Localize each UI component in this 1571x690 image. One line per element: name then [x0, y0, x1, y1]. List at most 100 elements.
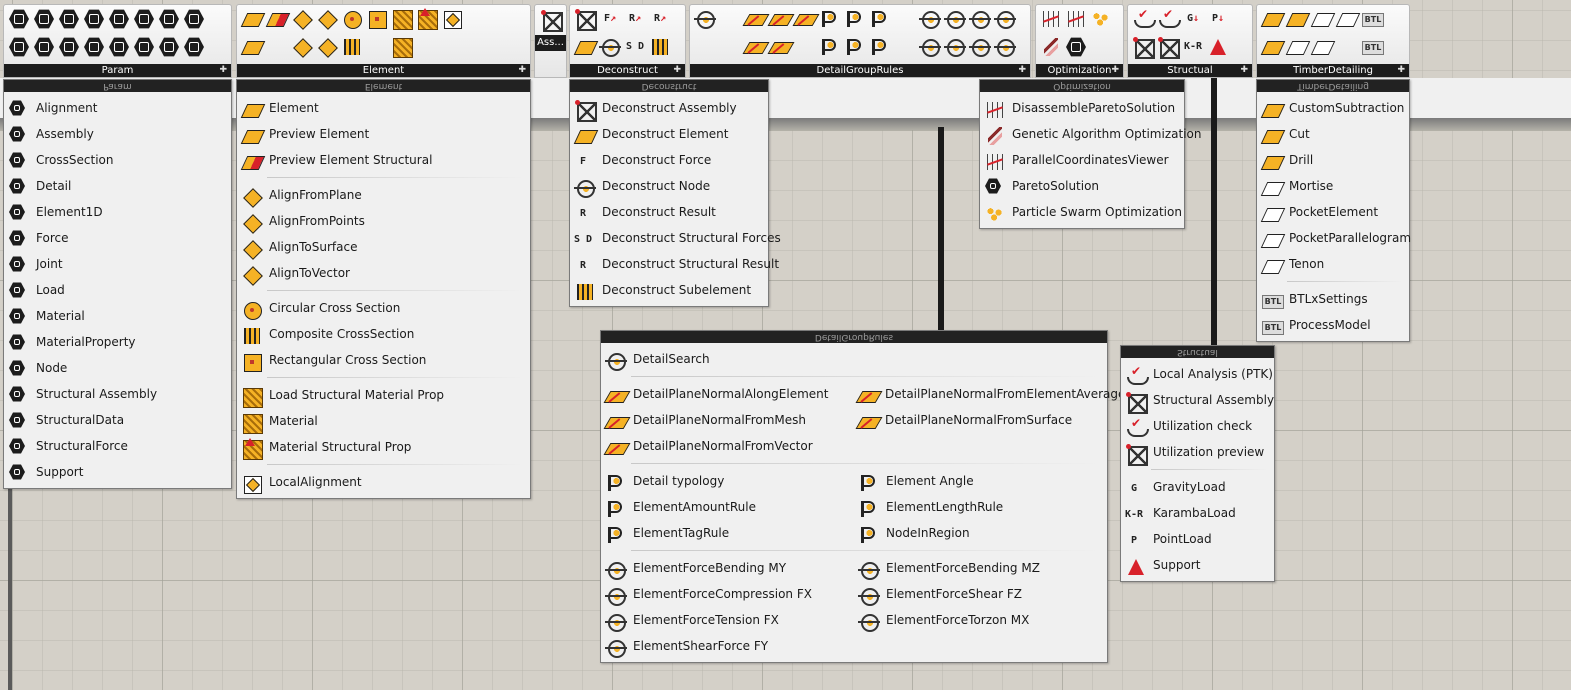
element-force-bending-my-icon[interactable] — [919, 8, 941, 30]
ribbon-group-footer-deconstruct[interactable]: Deconstruct ✚ — [570, 64, 685, 77]
detail-plane-along-element-icon[interactable] — [744, 8, 766, 30]
assembly-group-label[interactable]: Ass... — [535, 35, 566, 51]
detail-plane-from-mesh-icon[interactable] — [769, 8, 791, 30]
menu-item-plane-from-vector[interactable]: DetailPlaneNormalFromVector — [601, 433, 853, 459]
menu-item-node[interactable]: Node — [4, 355, 231, 381]
ribbon-group-footer-optimization[interactable]: Optimization ✚ — [1036, 64, 1123, 77]
menu-item-utilization-preview[interactable]: Utilization preview — [1121, 439, 1274, 466]
deconstruct-structural-forces-icon[interactable]: S D — [624, 36, 646, 58]
menu-item-material[interactable]: Material — [237, 408, 530, 434]
menu-item-composite-cross-section[interactable]: Composite CrossSection — [237, 321, 530, 347]
material-structural-prop-icon[interactable] — [416, 8, 438, 30]
menu-item-load-structural-material-prop[interactable]: Load Structural Material Prop — [237, 382, 530, 408]
menu-item-element1d[interactable]: Element1D — [4, 199, 231, 225]
menu-item-tenon[interactable]: Tenon — [1257, 251, 1409, 277]
menu-item-gravity-load[interactable]: G GravityLoad — [1121, 474, 1274, 500]
menu-item-mortise[interactable]: Mortise — [1257, 173, 1409, 199]
menu-item-plane-from-mesh[interactable]: DetailPlaneNormalFromMesh — [601, 407, 853, 433]
karamba-load-icon[interactable]: K-R — [1182, 36, 1204, 58]
expand-icon[interactable]: ✚ — [219, 64, 227, 77]
utilization-preview-icon[interactable] — [1157, 36, 1180, 59]
menu-item-support[interactable]: Support — [4, 459, 231, 485]
joint-icon[interactable] — [58, 36, 80, 58]
menu-item-element[interactable]: Element — [237, 95, 530, 121]
menu-item-force-compression[interactable]: ElementForceCompression FX — [601, 581, 854, 607]
menu-item-element-angle[interactable]: Element Angle — [854, 468, 1107, 494]
structural-force-icon[interactable] — [158, 36, 180, 58]
menu-item-element-tag-rule[interactable]: ElementTagRule — [601, 520, 854, 546]
force-icon[interactable] — [83, 8, 105, 30]
align-from-plane-icon[interactable] — [291, 8, 313, 30]
cross-section-icon[interactable] — [8, 36, 30, 58]
structural-assembly-icon[interactable] — [1132, 36, 1155, 59]
menu-item-alignment[interactable]: Alignment — [4, 95, 231, 121]
menu-item-plane-along-element[interactable]: DetailPlaneNormalAlongElement — [601, 381, 853, 407]
menu-item-genetic-algorithm[interactable]: Genetic Algorithm Optimization — [980, 121, 1201, 147]
menu-item-pocket-element[interactable]: PocketElement — [1257, 199, 1409, 225]
menu-item-circular-cross-section[interactable]: Circular Cross Section — [237, 295, 530, 321]
align-to-vector-icon[interactable] — [316, 36, 338, 58]
particle-swarm-icon[interactable] — [1090, 8, 1112, 30]
menu-item-deconstruct-subelement[interactable]: Deconstruct Subelement — [570, 277, 768, 303]
menu-item-force-tension[interactable]: ElementForceTension FX — [601, 607, 854, 633]
process-model-icon[interactable] — [1361, 36, 1384, 58]
menu-item-assembly[interactable]: Assembly — [4, 121, 231, 147]
ribbon-group-footer-detailgrouprules[interactable]: DetailGroupRules ✚ — [690, 64, 1030, 77]
menu-item-support[interactable]: Support — [1121, 552, 1274, 578]
menu-item-pocket-parallelogram[interactable]: PocketParallelogram — [1257, 225, 1411, 251]
menu-item-crosssection[interactable]: CrossSection — [4, 147, 231, 173]
menu-item-element-length-rule[interactable]: ElementLengthRule — [854, 494, 1107, 520]
pareto-solution-icon[interactable] — [1065, 36, 1087, 58]
menu-item-pareto-solution[interactable]: ParetoSolution — [980, 173, 1184, 199]
ribbon-group-footer-timberdetailing[interactable]: TimberDetailing ✚ — [1257, 64, 1409, 77]
expand-icon[interactable]: ✚ — [1397, 64, 1405, 77]
deconstruct-force-icon[interactable]: F↗ — [599, 8, 621, 30]
element-length-rule-icon[interactable] — [844, 36, 866, 58]
detail-icon[interactable] — [58, 8, 80, 30]
menu-item-preview-element[interactable]: Preview Element — [237, 121, 530, 147]
composite-cross-section-icon[interactable] — [341, 36, 363, 58]
element-force-shear-fz-icon[interactable] — [969, 36, 991, 58]
menu-item-parallel-coordinates[interactable]: ParallelCoordinatesViewer — [980, 147, 1184, 173]
detail-plane-from-element-average-icon[interactable] — [744, 36, 766, 58]
alignment-icon[interactable] — [8, 8, 30, 30]
menu-item-localalignment[interactable]: LocalAlignment — [237, 469, 530, 495]
menu-item-deconstruct-element[interactable]: Deconstruct Element — [570, 121, 768, 147]
menu-item-deconstruct-structural-result[interactable]: R Deconstruct Structural Result — [570, 251, 779, 277]
menu-item-preview-element-structural[interactable]: Preview Element Structural — [237, 147, 530, 173]
menu-item-cut[interactable]: Cut — [1257, 121, 1409, 147]
detail-typology-icon[interactable] — [819, 8, 841, 30]
deconstruct-subelement-icon[interactable] — [649, 36, 671, 58]
menu-item-force-shear-fz[interactable]: ElementForceShear FZ — [854, 581, 1107, 607]
menu-item-detail[interactable]: Detail — [4, 173, 231, 199]
support-icon[interactable] — [1207, 36, 1229, 58]
menu-item-deconstruct-node[interactable]: Deconstruct Node — [570, 173, 768, 199]
gravity-load-icon[interactable]: G↓ — [1182, 8, 1204, 30]
menu-item-deconstruct-structural-forces[interactable]: S D Deconstruct Structural Forces — [570, 225, 781, 251]
menu-item-structuraldata[interactable]: StructuralData — [4, 407, 231, 433]
menu-item-btlx-settings[interactable]: BTLxSettings — [1257, 286, 1409, 312]
preview-element-icon[interactable] — [241, 36, 263, 58]
assembly-icon[interactable] — [33, 8, 55, 30]
tenon-icon[interactable] — [1336, 8, 1358, 30]
btlx-settings-icon[interactable] — [1361, 8, 1384, 30]
menu-item-material[interactable]: Material — [4, 303, 231, 329]
menu-item-point-load[interactable]: P PointLoad — [1121, 526, 1274, 552]
expand-icon[interactable]: ✚ — [1111, 64, 1119, 77]
support-icon[interactable] — [183, 8, 205, 30]
menu-item-drill[interactable]: Drill — [1257, 147, 1409, 173]
deconstruct-result-icon[interactable]: R↗ — [624, 8, 646, 30]
menu-item-materialproperty[interactable]: MaterialProperty — [4, 329, 231, 355]
expand-icon[interactable]: ✚ — [1240, 64, 1248, 77]
deconstruct-structural-result-icon[interactable]: R↗ — [649, 8, 671, 30]
menu-item-custom-subtraction[interactable]: CustomSubtraction — [1257, 95, 1409, 121]
menu-item-deconstruct-result[interactable]: R Deconstruct Result — [570, 199, 768, 225]
menu-item-joint[interactable]: Joint — [4, 251, 231, 277]
cut-icon[interactable] — [1261, 36, 1283, 58]
point-load-icon[interactable]: P↓ — [1207, 8, 1229, 30]
menu-item-particle-swarm[interactable]: Particle Swarm Optimization — [980, 199, 1184, 225]
mortise-icon[interactable] — [1286, 36, 1308, 58]
element-force-extra-icon[interactable] — [994, 36, 1016, 58]
menu-item-force-torzon-mx[interactable]: ElementForceTorzon MX — [854, 607, 1107, 633]
menu-item-utilization-check[interactable]: Utilization check — [1121, 413, 1274, 439]
